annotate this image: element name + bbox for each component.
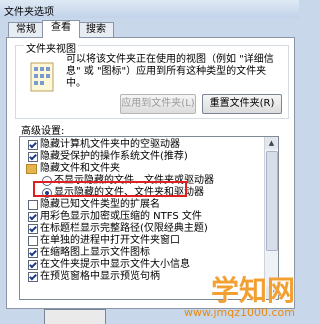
list-item-label: 隐藏已知文件类型的扩展名 <box>40 199 160 210</box>
highlight-box <box>33 181 187 197</box>
list-item-label: 隐藏计算机文件夹中的空驱动器 <box>40 139 180 150</box>
folder-view-title: 文件夹视图 <box>24 40 78 55</box>
tab-search[interactable]: 搜索 <box>78 22 114 37</box>
folder-view-description: 可以将该文件夹正在使用的视图（例如 "详细信息" 或 "图标"）应用到所有这种类… <box>66 54 274 89</box>
list-item-label: 用彩色显示加密或压缩的 NTFS 文件 <box>40 211 202 222</box>
watermark-brand: 学知网 <box>210 274 295 307</box>
scroll-up-icon[interactable]: ▲ <box>265 137 278 149</box>
list-item-label: 隐藏文件和文件夹 <box>40 163 120 174</box>
checkbox[interactable] <box>28 200 38 210</box>
folder-view-icon <box>30 62 54 92</box>
list-item-label: 隐藏受保护的操作系统文件(推荐) <box>40 151 188 162</box>
tab-view[interactable]: 查看 <box>42 20 80 38</box>
list-item[interactable]: 用彩色显示加密或压缩的 NTFS 文件 <box>20 211 258 223</box>
title-bar: 文件夹选项 <box>0 0 299 18</box>
list-item-label: 在文件夹提示中显示文件大小信息 <box>40 259 190 270</box>
reset-folders-button[interactable]: 重置文件夹(R) <box>202 94 282 114</box>
list-item[interactable]: 在缩略图上显示文件图标 <box>20 247 258 259</box>
tab-general[interactable]: 常规 <box>8 22 44 37</box>
tab-panel: 文件夹视图 可以将该文件夹正在使用的视图（例如 "详细信息" 或 "图标"）应用… <box>6 37 295 309</box>
apply-to-folders-button[interactable]: 应用到文件夹(L) <box>120 94 196 114</box>
checkbox[interactable] <box>28 236 38 246</box>
checkbox[interactable] <box>28 248 38 258</box>
folder-icon <box>26 164 37 174</box>
tab-strip: 常规 查看 搜索 <box>6 20 296 38</box>
checkbox[interactable] <box>28 140 38 150</box>
window-title: 文件夹选项 <box>4 7 54 18</box>
list-item-label: 在单独的进程中打开文件夹窗口 <box>40 235 180 246</box>
list-item: 隐藏文件和文件夹 <box>20 163 258 175</box>
checkbox[interactable] <box>28 152 38 162</box>
list-item[interactable]: 隐藏计算机文件夹中的空驱动器 <box>20 139 258 151</box>
checkbox[interactable] <box>28 272 38 282</box>
scroll-thumb[interactable] <box>266 151 278 251</box>
watermark-url: www.jmqz1000.com <box>184 306 295 319</box>
checkbox[interactable] <box>28 224 38 234</box>
list-item[interactable]: 隐藏受保护的操作系统文件(推荐) <box>20 151 258 163</box>
checkbox[interactable] <box>28 212 38 222</box>
bottom-button[interactable] <box>44 309 106 324</box>
list-item-label: 在缩略图上显示文件图标 <box>40 247 150 258</box>
list-item[interactable]: 在单独的进程中打开文件夹窗口 <box>20 235 258 247</box>
list-item[interactable]: 隐藏已知文件类型的扩展名 <box>20 199 258 211</box>
list-item-label: 在预览窗格中显示预览句柄 <box>40 271 160 282</box>
list-item-label: 在标题栏显示完整路径(仅限经典主题) <box>40 223 208 234</box>
advanced-settings-label: 高级设置: <box>21 126 65 137</box>
list-item[interactable]: 在文件夹提示中显示文件大小信息 <box>20 259 258 271</box>
list-item[interactable]: 在标题栏显示完整路径(仅限经典主题) <box>20 223 258 235</box>
checkbox[interactable] <box>28 260 38 270</box>
watermark: 学知网 www.jmqz1000.com <box>184 274 295 320</box>
folder-view-group: 文件夹视图 可以将该文件夹正在使用的视图（例如 "详细信息" 或 "图标"）应用… <box>15 40 289 119</box>
